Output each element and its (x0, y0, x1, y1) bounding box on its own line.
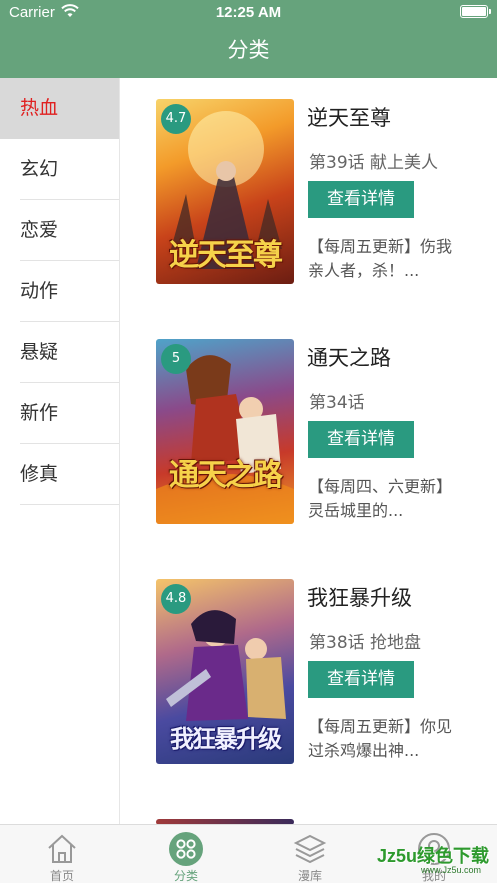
sidebar-item-label: 动作 (20, 280, 59, 302)
view-details-button[interactable]: 查看详情 (308, 421, 414, 458)
rating-badge: 5 (161, 344, 191, 374)
home-icon (48, 834, 76, 863)
comic-cover-image[interactable]: 4.8 我狂暴升级 (156, 579, 294, 764)
comic-title[interactable]: 通天之路 (307, 342, 391, 372)
layers-icon (293, 834, 327, 864)
comic-card[interactable]: 5 通天之路 通天之路 第34话 查看详情 【每周四、六更新】灵岳城里的... (156, 339, 486, 524)
comic-card[interactable]: 4.8 我狂暴升级 我狂暴升级 第38话 抢地盘 查看详情 【每周五更新】你见过… (156, 579, 486, 764)
latest-episode: 第34话 (309, 393, 365, 413)
tab-bar: 首页 分类 漫库 我的 Jz5u绿色下载 www.Jz5u.com (0, 824, 497, 883)
comic-list: 4.7 逆天至尊 逆天至尊 第39话 献上美人 查看详情 【每周五更新】伤我亲人… (120, 78, 497, 824)
view-details-button[interactable]: 查看详情 (308, 181, 414, 218)
latest-episode: 第39话 献上美人 (309, 153, 439, 173)
comic-description: 【每周五更新】你见过杀鸡爆出神... (308, 717, 453, 760)
sidebar-item-fantasy[interactable]: 玄幻 (0, 139, 119, 200)
tab-category[interactable]: 分类 (124, 825, 248, 883)
tab-label: 分类 (173, 869, 198, 883)
comic-description: 【每周四、六更新】灵岳城里的... (308, 477, 453, 520)
sidebar-item-label: 修真 (20, 463, 59, 485)
sidebar-item-label: 悬疑 (20, 341, 59, 363)
category-icon (169, 832, 203, 866)
page-title: 分类 (227, 38, 270, 62)
comic-cover-image[interactable]: 5 通天之路 (156, 339, 294, 524)
category-sidebar: 热血 玄幻 恋爱 动作 悬疑 新作 修真 (0, 78, 120, 824)
cover-title-art: 逆天至尊 (169, 238, 283, 273)
comic-cover-image[interactable]: 4.7 逆天至尊 (156, 99, 294, 284)
sidebar-item-label: 新作 (20, 402, 59, 424)
cover-title-art: 我狂暴升级 (170, 725, 282, 753)
sidebar-item-cultivation[interactable]: 修真 (0, 444, 119, 505)
latest-episode: 第38话 抢地盘 (309, 633, 422, 653)
comic-description: 【每周五更新】伤我亲人者，杀！... (308, 237, 453, 280)
sidebar-item-action[interactable]: 动作 (0, 261, 119, 322)
sidebar-item-mystery[interactable]: 悬疑 (0, 322, 119, 383)
comic-card[interactable]: 4.7 逆天至尊 逆天至尊 第39话 献上美人 查看详情 【每周五更新】伤我亲人… (156, 99, 486, 284)
comic-title[interactable]: 我狂暴升级 (307, 582, 412, 612)
sidebar-item-new[interactable]: 新作 (0, 383, 119, 444)
sidebar-item-label: 恋爱 (20, 219, 59, 241)
tab-home[interactable]: 首页 (0, 825, 124, 883)
tab-label: 首页 (49, 869, 74, 883)
sidebar-item-romance[interactable]: 恋爱 (0, 200, 119, 261)
rating-badge: 4.8 (161, 584, 191, 614)
sidebar-item-label: 热血 (20, 97, 59, 119)
cover-title-art: 通天之路 (169, 458, 283, 493)
top-bar: Carrier 12:25 AM 分类 (0, 0, 497, 78)
rating-badge: 4.7 (161, 104, 191, 134)
watermark-url: www.Jz5u.com (420, 865, 481, 875)
sidebar-item-label: 玄幻 (20, 158, 59, 180)
view-details-button[interactable]: 查看详情 (308, 661, 414, 698)
tab-label: 漫库 (297, 869, 322, 883)
status-time: 12:25 AM (215, 4, 282, 21)
battery-icon (460, 5, 491, 18)
tab-library[interactable]: 漫库 (248, 825, 372, 883)
sidebar-item-hot-blood[interactable]: 热血 (0, 78, 119, 139)
comic-title[interactable]: 逆天至尊 (307, 102, 391, 132)
status-bar: Carrier 12:25 AM (0, 0, 497, 26)
